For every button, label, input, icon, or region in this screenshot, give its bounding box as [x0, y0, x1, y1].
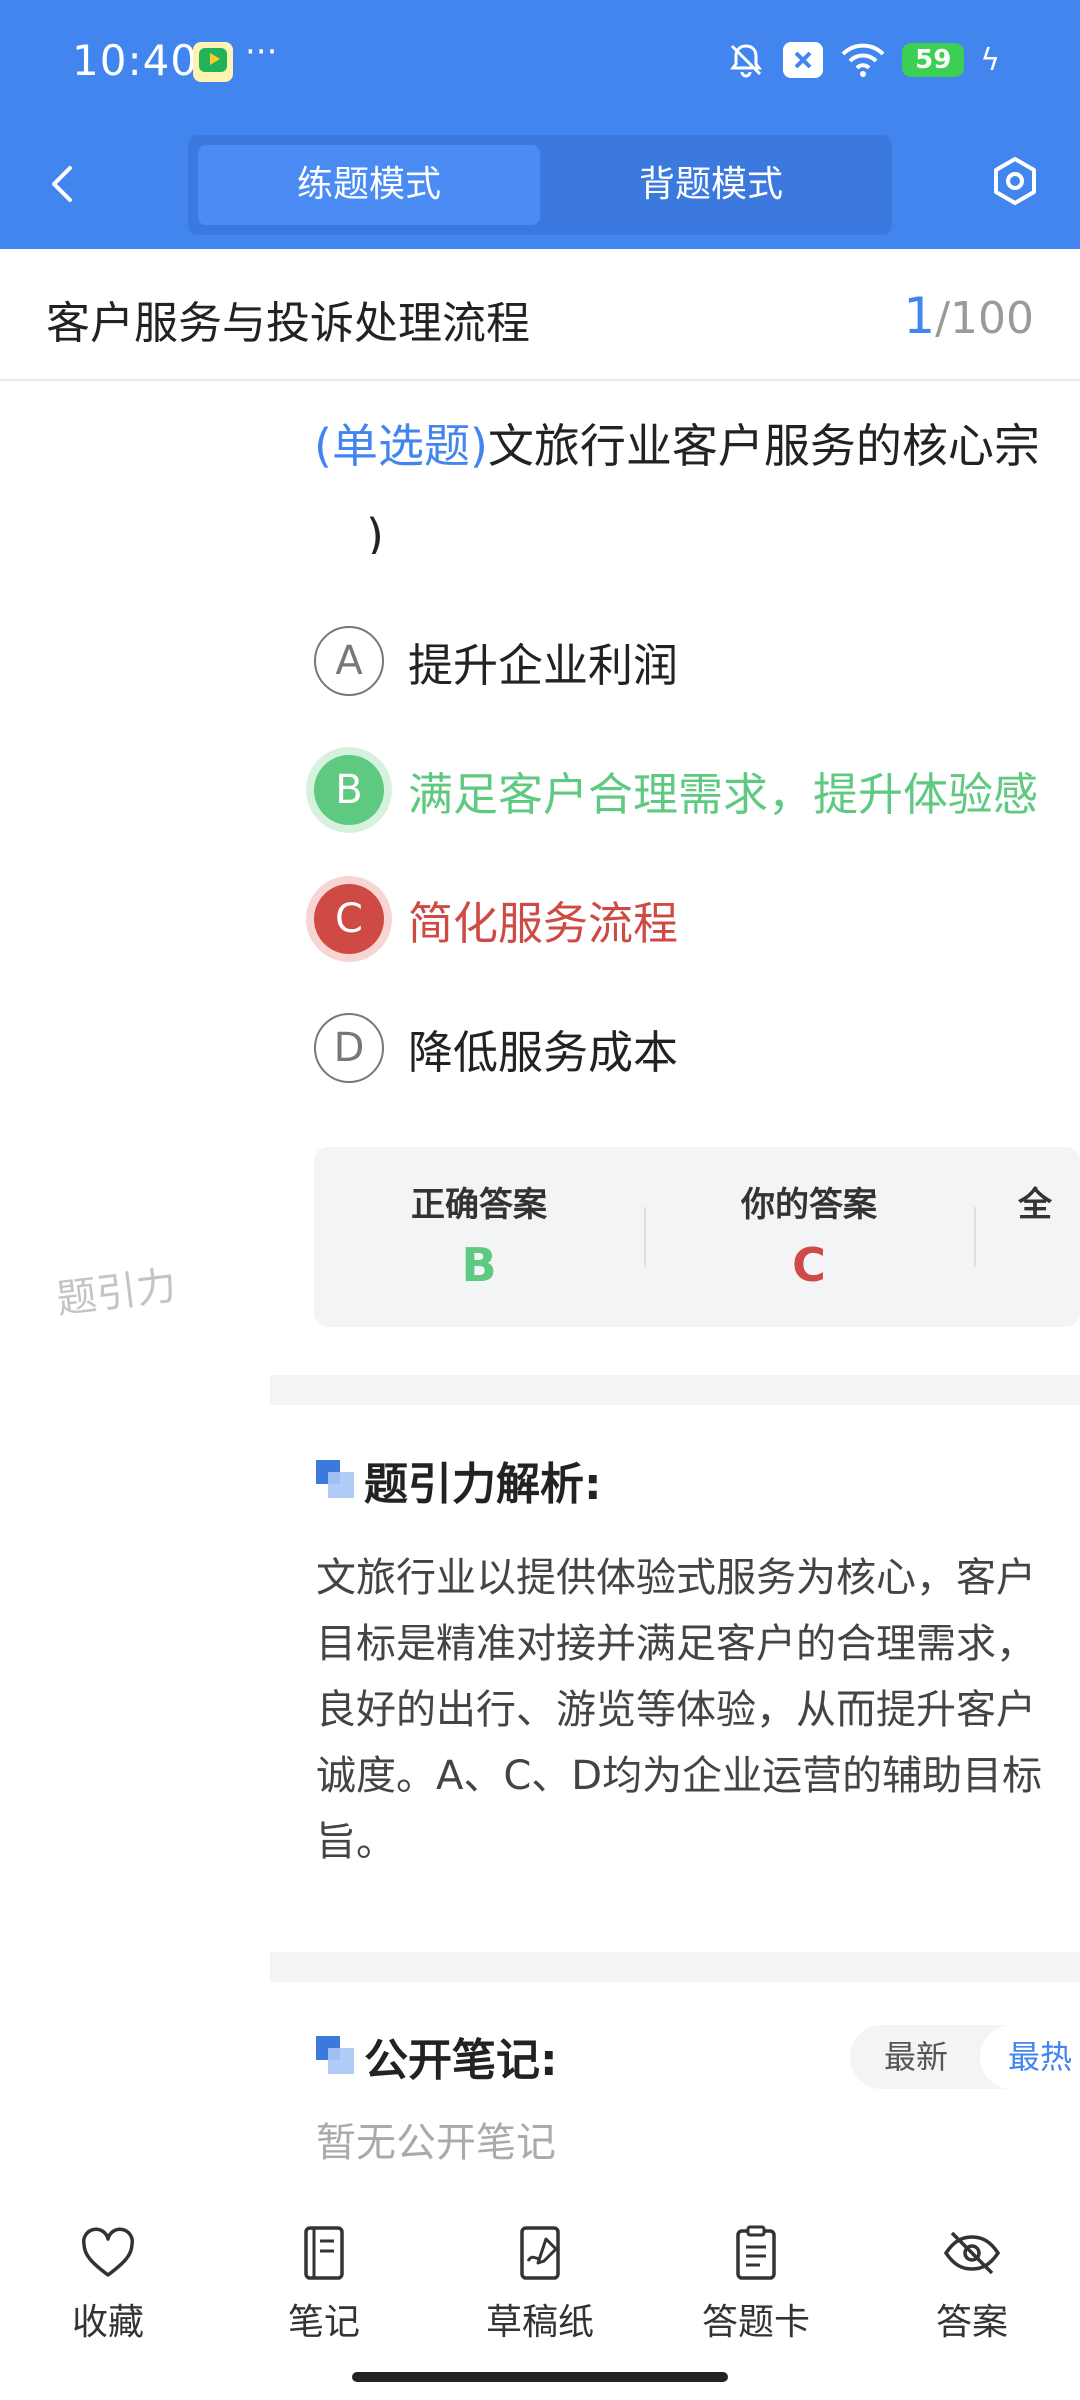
analysis-section-icon [316, 1460, 354, 1498]
correct-answer-label: 正确答案 [411, 1185, 547, 1225]
home-indicator[interactable] [352, 2372, 728, 2382]
draft-paper-button[interactable]: 草稿纸 [450, 2225, 630, 2345]
battery-icon: 59 [902, 43, 965, 77]
option-a[interactable]: A 提升企业利润 [314, 623, 678, 699]
watermark: 题引力 [54, 1262, 179, 1324]
status-time: 10:40 [72, 36, 199, 85]
answer-toggle-button[interactable]: 答案 [882, 2225, 1062, 2345]
notes-sort-toggle: 最新 最热 [850, 2025, 1080, 2089]
answer-card-button[interactable]: 答题卡 [666, 2225, 846, 2345]
accuracy-label: 全 [1018, 1185, 1052, 1225]
draft-paper-label: 草稿纸 [485, 2302, 594, 2343]
option-c-text: 简化服务流程 [408, 896, 679, 950]
accuracy: 全 [1018, 1177, 1080, 1226]
answer-toggle-label: 答案 [935, 2302, 1008, 2343]
answer-card-icon [736, 2225, 776, 2280]
heart-icon [82, 2227, 134, 2277]
correct-answer: 正确答案 B [314, 1177, 644, 1292]
tab-memorize-mode[interactable]: 背题模式 [540, 145, 882, 225]
notebook-icon [304, 2226, 344, 2280]
progress-current: 1 [903, 287, 936, 345]
question-stem: 文旅行业客户服务的核心宗 [487, 419, 1040, 473]
app-notification-icon [193, 42, 233, 82]
bottom-toolbar: 收藏 笔记 草稿纸 答题卡 答案 [0, 2205, 1080, 2400]
notes-title: 公开笔记: [364, 2035, 558, 2086]
section-separator [270, 1952, 1080, 1982]
analysis-line: 旨。 [316, 1819, 396, 1865]
title-bar: 客户服务与投诉处理流程 1/100 [0, 249, 1080, 381]
mute-icon [730, 44, 763, 78]
option-d-text: 降低服务成本 [408, 1025, 679, 1079]
status-icons: 59 ϟ [726, 40, 1000, 80]
option-a-marker: A [314, 626, 384, 696]
battery-level: 59 [915, 45, 952, 75]
answer-card-label: 答题卡 [701, 2302, 810, 2343]
option-b-text: 满足客户合理需求，提升体验感 [408, 767, 1039, 821]
analysis-line: 诚度。A、C、D均为企业运营的辅助目标 [316, 1753, 1043, 1799]
option-a-text: 提升企业利润 [408, 638, 679, 692]
question-blank: ) [366, 509, 384, 554]
divider [974, 1207, 976, 1267]
answer-summary: 正确答案 B 你的答案 C 全 [314, 1147, 1080, 1327]
tab-practice-mode[interactable]: 练题模式 [198, 145, 540, 225]
option-b[interactable]: B 满足客户合理需求，提升体验感 [314, 752, 1038, 828]
favorite-button[interactable]: 收藏 [18, 2225, 198, 2345]
analysis-line: 目标是精准对接并满足客户的合理需求， [316, 1621, 1036, 1667]
analysis-line: 文旅行业以提供体验式服务为核心，客户 [316, 1555, 1036, 1601]
app-header: 10:40 ··· 59 ϟ 练题模式 背题模式 [0, 0, 1080, 249]
more-notifications-icon: ··· [245, 32, 278, 72]
favorite-label: 收藏 [71, 2302, 144, 2343]
settings-icon[interactable] [990, 155, 1040, 211]
eye-off-icon [943, 2231, 1001, 2275]
analysis-title: 题引力解析: [364, 1459, 602, 1510]
wifi-icon [841, 43, 885, 77]
notes-button[interactable]: 笔记 [234, 2225, 414, 2345]
progress-total: /100 [935, 293, 1034, 344]
mode-switch: 练题模式 背题模式 [188, 135, 892, 235]
option-d[interactable]: D 降低服务成本 [314, 1010, 678, 1086]
charging-icon: ϟ [980, 42, 1000, 78]
empty-notes-text: 暂无公开笔记 [316, 2120, 556, 2166]
option-c[interactable]: C 简化服务流程 [314, 881, 678, 957]
draft-icon [520, 2226, 560, 2280]
your-answer-label: 你的答案 [741, 1185, 877, 1225]
question-type: (单选题) [314, 419, 488, 473]
your-answer-value: C [792, 1238, 826, 1292]
question-progress: 1/100 [903, 287, 1034, 345]
section-separator [270, 1375, 1080, 1405]
question-text: (单选题)文旅行业客户服务的核心宗 ) [314, 404, 1080, 554]
correct-answer-value: B [461, 1238, 497, 1292]
back-button[interactable] [40, 160, 88, 208]
notes-label: 笔记 [287, 2302, 360, 2343]
option-b-marker: B [314, 755, 384, 825]
sort-hottest-button[interactable]: 最热 [980, 2025, 1080, 2089]
option-c-marker: C [314, 884, 384, 954]
no-sim-icon [783, 42, 824, 78]
option-d-marker: D [314, 1013, 384, 1083]
your-answer: 你的答案 C [644, 1177, 974, 1292]
analysis-line: 良好的出行、游览等体验，从而提升客户 [316, 1687, 1036, 1733]
analysis-text: 文旅行业以提供体验式服务为核心，客户 目标是精准对接并满足客户的合理需求， 良好… [316, 1545, 1080, 1875]
page-title: 客户服务与投诉处理流程 [46, 298, 530, 349]
notes-section-icon [316, 2036, 354, 2074]
sort-newest-button[interactable]: 最新 [884, 2025, 948, 2089]
